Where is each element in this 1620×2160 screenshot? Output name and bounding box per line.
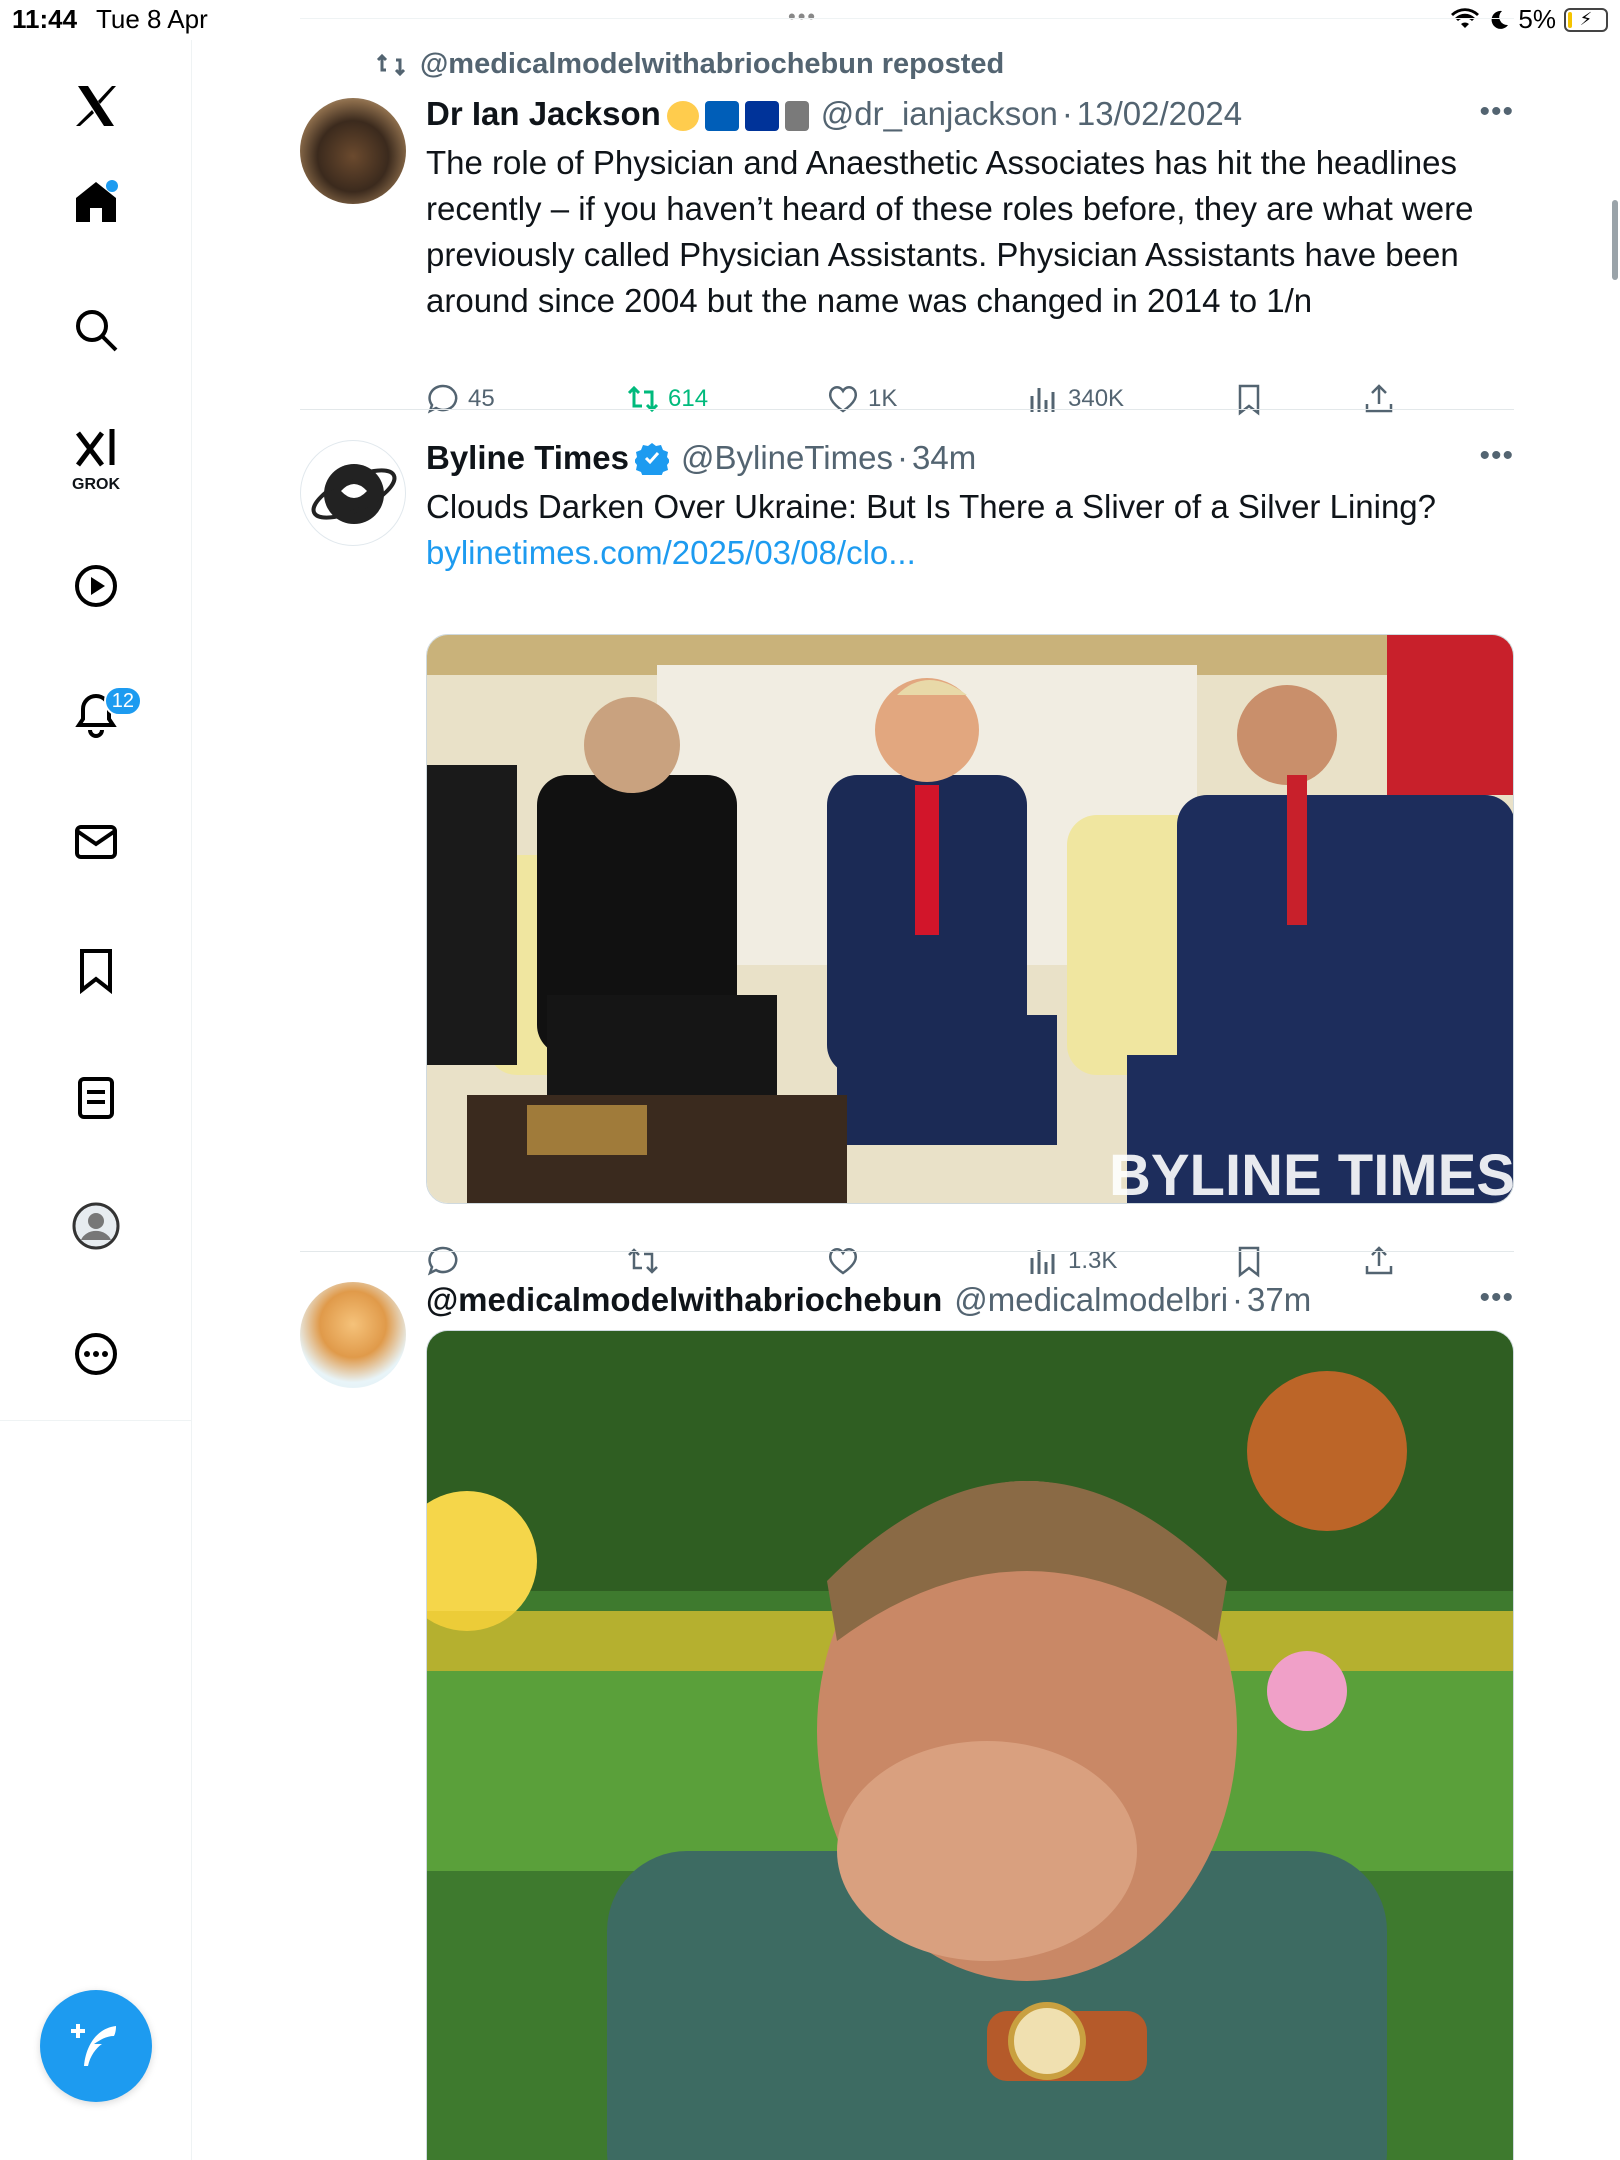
image-watermark: BYLINE TIMES [1109, 1143, 1514, 1204]
moon-icon [1492, 10, 1509, 29]
scotland-flag-icon [704, 101, 739, 132]
more-options-icon[interactable]: ••• [1479, 1283, 1514, 1313]
more-options-icon[interactable]: ••• [1479, 441, 1514, 471]
avatar[interactable] [300, 1282, 406, 1388]
tweet-text: The role of Physician and Anaesthetic As… [426, 144, 1474, 319]
repost-icon [376, 53, 406, 76]
sidebar: GROK 12 [0, 40, 192, 2160]
sidebar-separator [0, 1420, 192, 1421]
notifications-icon[interactable]: 12 [54, 672, 142, 756]
tweet-time[interactable]: 37m [1247, 1281, 1311, 1319]
tweet-body: @medicalmodelwithabriochebun @medicalmod… [426, 1278, 1514, 2160]
bookmark-icon [1238, 384, 1260, 416]
bookmark-icon [1238, 1246, 1260, 1278]
lists-icon[interactable] [54, 1056, 138, 1140]
tweet-header: Dr Ian Jackson @dr_ianjackson · 13/02/20… [426, 95, 1243, 133]
author-name[interactable]: @medicalmodelwithabriochebun [426, 1281, 942, 1319]
emoji-mask-icon [666, 101, 699, 132]
heart-icon [828, 386, 858, 413]
repost-icon [628, 1248, 658, 1274]
reply-icon [427, 384, 458, 414]
status-right: 5% ⚡ [1450, 4, 1608, 35]
tweet-divider [300, 409, 1514, 410]
video-icon[interactable] [54, 544, 138, 628]
status-time: 11:44 [12, 4, 78, 34]
tweet-time[interactable]: 34m [912, 439, 976, 477]
x-logo-icon[interactable] [54, 64, 138, 148]
status-date: Tue 8 Apr [96, 4, 208, 34]
tweet-header: @medicalmodelwithabriochebun @medicalmod… [426, 1281, 1312, 1319]
grok-icon[interactable]: GROK [54, 416, 138, 500]
repost-icon [627, 385, 659, 413]
reply-button[interactable] [426, 1244, 460, 1278]
share-icon [1365, 384, 1393, 413]
more-options-icon[interactable]: ••• [1479, 97, 1514, 127]
views-icon [1030, 1250, 1055, 1274]
bookmarks-icon[interactable] [54, 928, 138, 1012]
tweet-text: Clouds Darken Over Ukraine: But Is There… [426, 488, 1437, 525]
grok-label: GROK [72, 476, 120, 493]
author-handle[interactable]: @dr_ianjackson [821, 95, 1058, 133]
notifications-badge: 12 [103, 686, 142, 716]
scrollbar[interactable] [1612, 200, 1618, 280]
tweet-divider [300, 1251, 1514, 1252]
tweet-body: Byline Times @BylineTimes · 34m ••• Clou… [426, 436, 1514, 1278]
author-emoji [661, 95, 809, 133]
article-image[interactable]: BYLINE TIMES [426, 634, 1514, 1204]
home-unread-dot [106, 180, 118, 192]
tweet-image[interactable] [426, 1330, 1514, 2160]
like-button[interactable]: 1K [826, 382, 897, 416]
like-button[interactable] [826, 1244, 860, 1278]
repost-button[interactable]: 614 [626, 382, 708, 416]
views-button[interactable]: 1.3K [1026, 1244, 1117, 1278]
author-name[interactable]: Dr Ian Jackson [426, 95, 661, 133]
bookmark-button[interactable] [1232, 382, 1266, 416]
reply-icon [427, 1246, 458, 1276]
eu-flag-icon [744, 101, 779, 132]
status-bar: 11:44 Tue 8 Apr ••• 5% ⚡ [0, 0, 1620, 40]
repost-button[interactable] [626, 1244, 660, 1278]
author-handle[interactable]: @medicalmodelbri [954, 1281, 1228, 1319]
battery-icon: ⚡ [1564, 7, 1608, 32]
tweet-time[interactable]: 13/02/2024 [1077, 95, 1242, 133]
article-link[interactable]: bylinetimes.com/2025/03/08/clo... [426, 530, 1514, 576]
bookmark-button[interactable] [1232, 1244, 1266, 1278]
multitask-dots-icon[interactable]: ••• [788, 4, 817, 30]
top-divider [300, 18, 1514, 19]
share-button[interactable] [1362, 1244, 1396, 1278]
wifi-icon [1451, 7, 1480, 28]
author-handle[interactable]: @BylineTimes [681, 439, 893, 477]
views-button[interactable]: 340K [1026, 382, 1124, 416]
repost-label: @medicalmodelwithabriochebun reposted [420, 48, 1005, 80]
more-options-icon[interactable] [54, 1312, 138, 1396]
compose-feather-icon [71, 2024, 116, 2066]
tweet-body: Dr Ian Jackson @dr_ianjackson · 13/02/20… [426, 92, 1514, 416]
battery-percent: 5% [1518, 4, 1556, 34]
reply-button[interactable]: 45 [426, 382, 495, 416]
repost-indicator: @medicalmodelwithabriochebun reposted [376, 48, 1004, 81]
compose-post-button[interactable] [40, 1990, 152, 2102]
moai-icon [784, 101, 809, 132]
views-icon [1030, 388, 1055, 412]
messages-icon[interactable] [54, 800, 138, 884]
avatar[interactable] [300, 98, 406, 204]
share-button[interactable] [1362, 382, 1396, 416]
author-name[interactable]: Byline Times [426, 439, 629, 477]
tweet-actions: 45 614 1K 340K [426, 382, 1426, 422]
tweet-header: Byline Times @BylineTimes · 34m [426, 436, 1514, 480]
share-icon [1365, 1246, 1393, 1275]
profile-avatar-icon[interactable] [54, 1184, 138, 1268]
verified-badge-icon [634, 443, 669, 475]
home-icon[interactable] [54, 160, 138, 244]
avatar[interactable] [300, 440, 406, 546]
search-icon[interactable] [54, 288, 138, 372]
heart-icon [828, 1248, 858, 1275]
